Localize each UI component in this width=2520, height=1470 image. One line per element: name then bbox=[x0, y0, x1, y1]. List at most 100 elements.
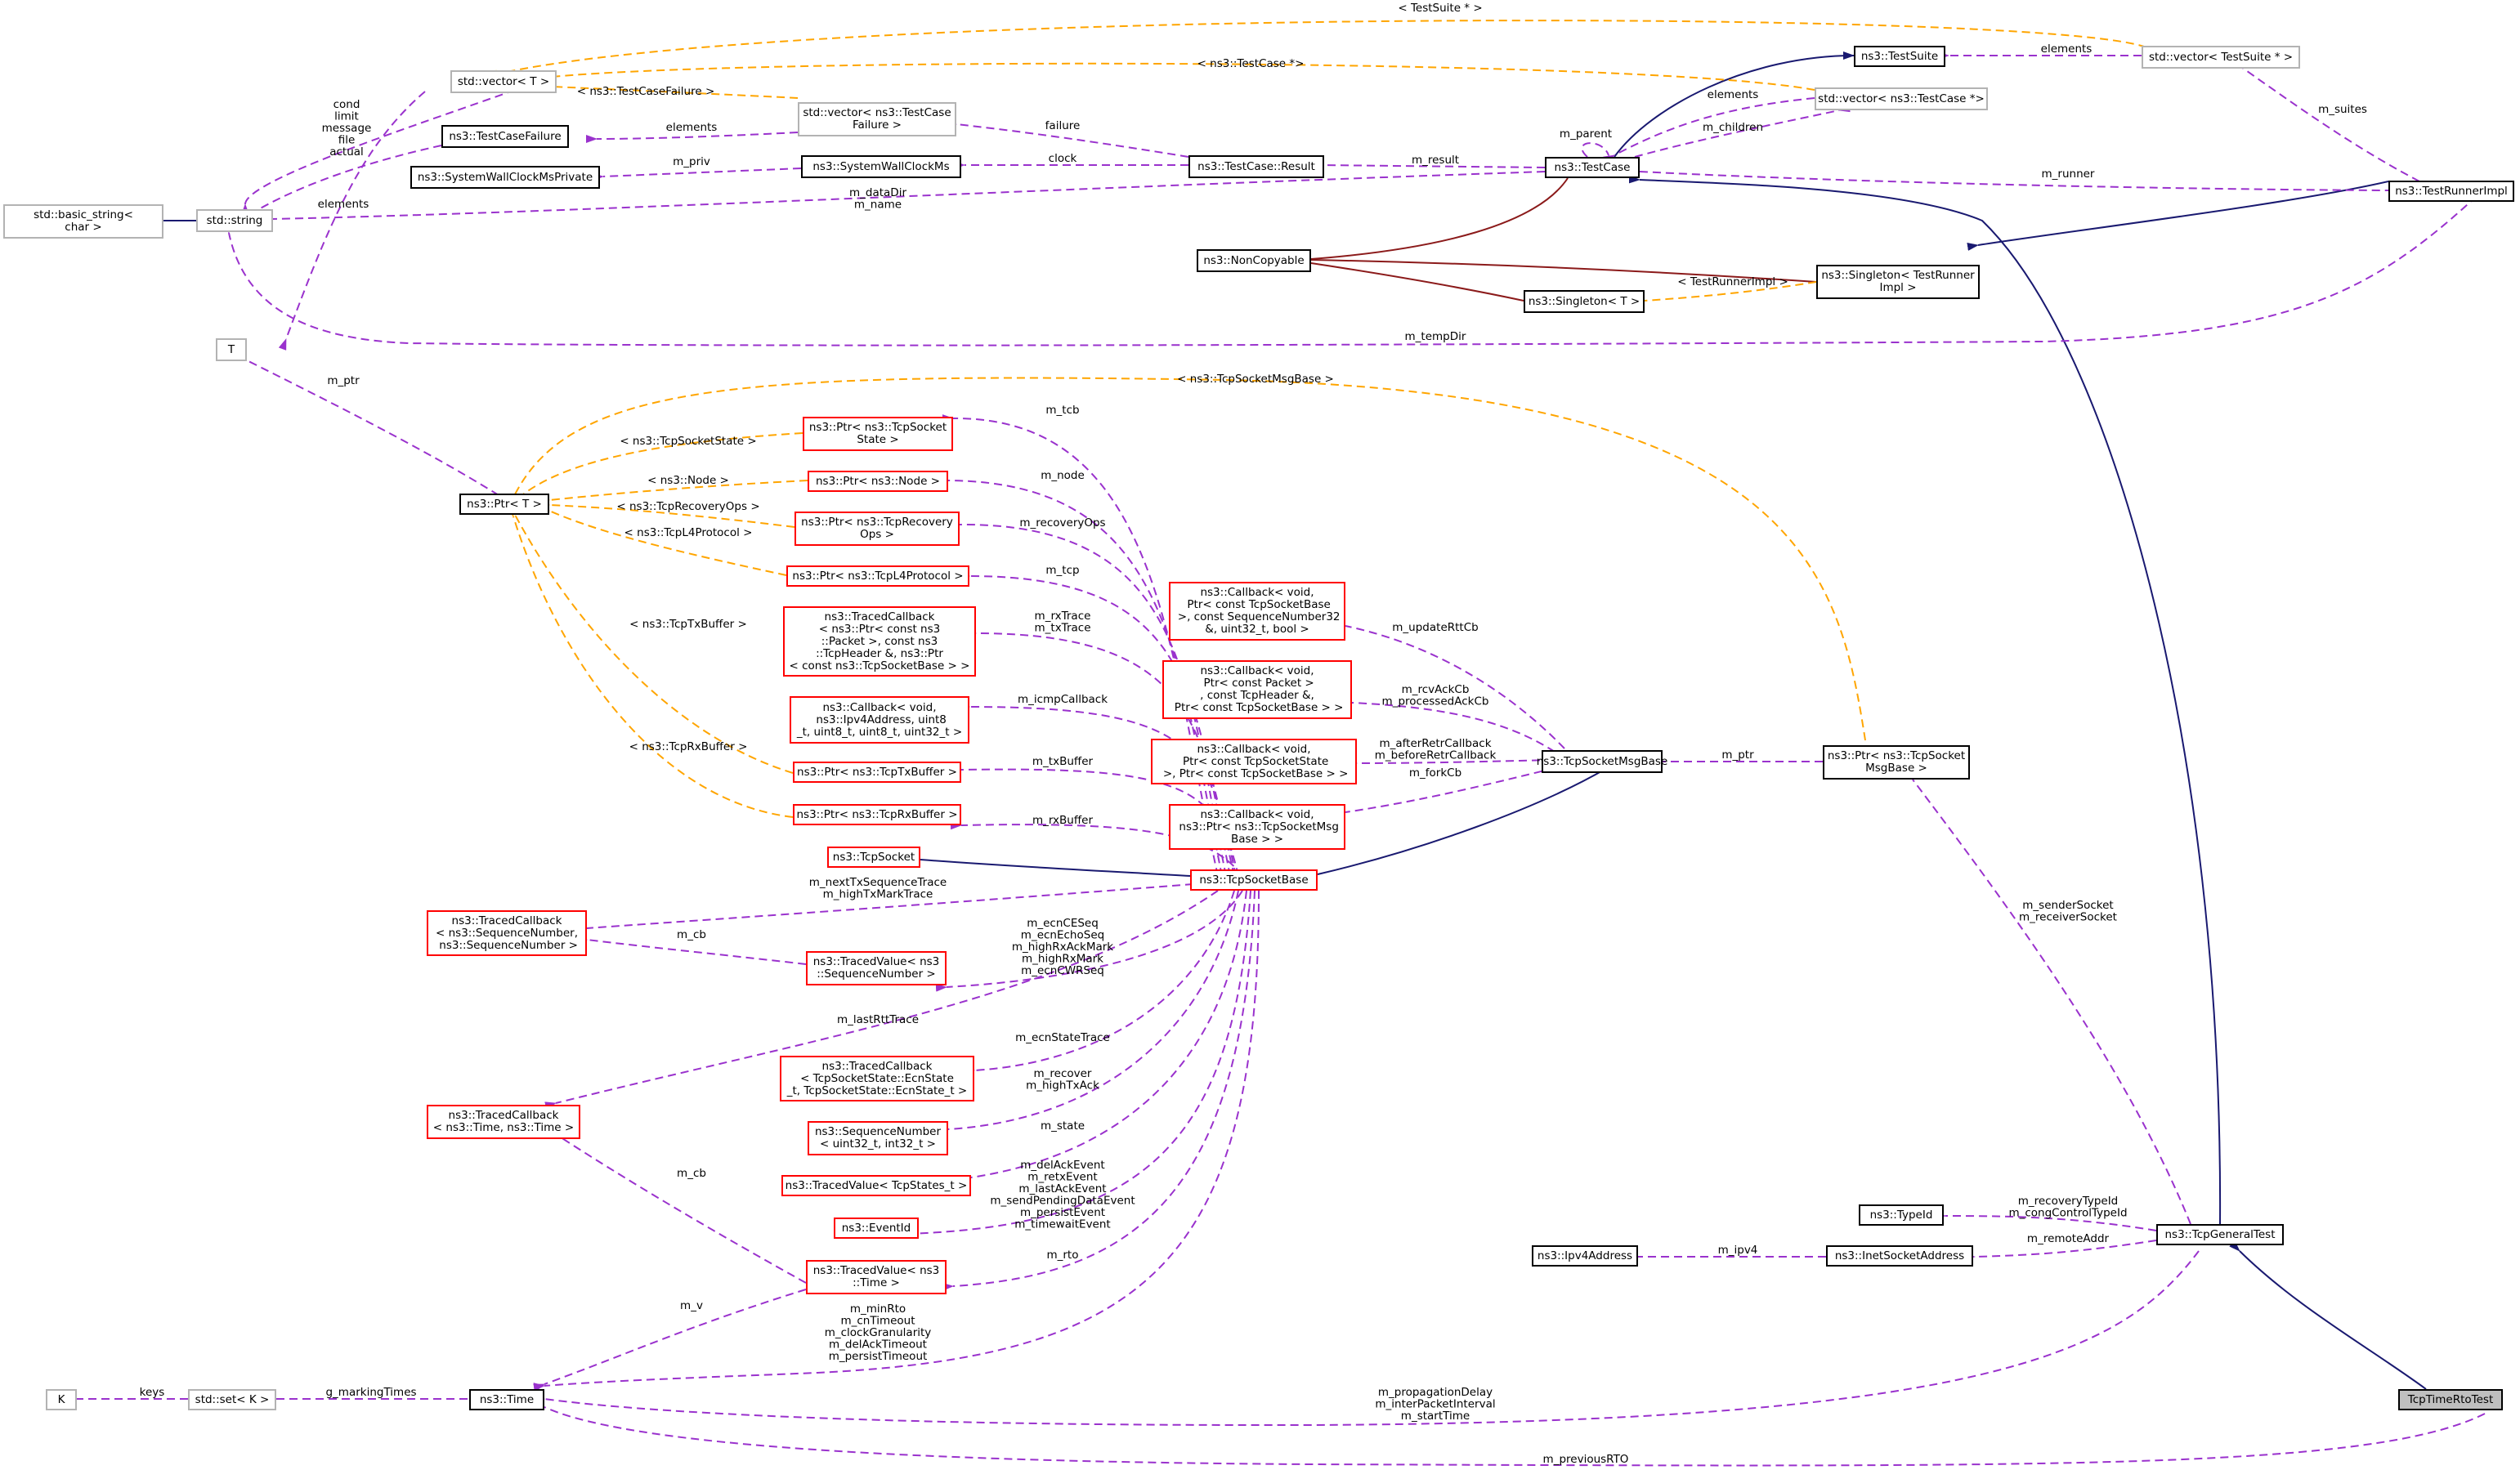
edge-label-cond: cond limit message file actual bbox=[322, 98, 372, 159]
node-tracedvalue-time[interactable]: ns3::TracedValue< ns3 ::Time > bbox=[806, 1260, 947, 1294]
node-singleton-T[interactable]: ns3::Singleton< T > bbox=[1524, 290, 1645, 313]
edge-label-remote: m_remoteAddr bbox=[2027, 1232, 2110, 1245]
edge-label-tss-tpl: < ns3::TcpSocketState > bbox=[620, 435, 756, 448]
edge-label-suites: m_suites bbox=[2318, 103, 2367, 116]
edge-label-rxbuffer: m_rxBuffer bbox=[1032, 814, 1094, 827]
edge-label-rto: m_rto bbox=[1046, 1249, 1078, 1262]
node-eventid[interactable]: ns3::EventId bbox=[834, 1218, 919, 1239]
edge-rtotest-generaltest bbox=[2229, 1240, 2427, 1390]
node-std-vector-testcasefailure[interactable]: std::vector< ns3::TestCase Failure > bbox=[798, 102, 956, 136]
node-systemwallclockms-private[interactable]: ns3::SystemWallClockMsPrivate bbox=[410, 166, 600, 189]
edge-label-node-tpl: < ns3::Node > bbox=[647, 474, 729, 487]
edge-suites bbox=[2230, 57, 2420, 182]
node-tcpsocketbase[interactable]: ns3::TcpSocketBase bbox=[1190, 869, 1318, 891]
node-callback-afterretr[interactable]: ns3::Callback< void, Ptr< const TcpSocke… bbox=[1151, 739, 1357, 784]
node-std-basic-string[interactable]: std::basic_string< char > bbox=[3, 204, 163, 239]
node-T[interactable]: T bbox=[216, 338, 247, 361]
node-tracedcallback-ecn[interactable]: ns3::TracedCallback < TcpSocketState::Ec… bbox=[780, 1056, 974, 1101]
node-std-vector-T[interactable]: std::vector< T > bbox=[450, 70, 557, 93]
edge-label-parent: m_parent bbox=[1560, 127, 1612, 141]
node-ptr-T[interactable]: ns3::Ptr< T > bbox=[459, 494, 549, 515]
edge-msgbase-socketbase bbox=[1306, 767, 1608, 881]
edge-label-forkcb: m_forkCb bbox=[1409, 766, 1461, 780]
node-std-vector-testsuite[interactable]: std::vector< TestSuite * > bbox=[2142, 46, 2300, 69]
node-tracedvalue-seq[interactable]: ns3::TracedValue< ns3 ::SequenceNumber > bbox=[806, 951, 947, 985]
node-ptr-tcprxbuffer[interactable]: ns3::Ptr< ns3::TcpRxBuffer > bbox=[793, 804, 961, 825]
node-callback-updatertt[interactable]: ns3::Callback< void, Ptr< const TcpSocke… bbox=[1169, 582, 1345, 641]
node-singleton-testrunnerimpl[interactable]: ns3::Singleton< TestRunner Impl > bbox=[1816, 265, 1980, 299]
edge-label-tr-tpl: < TestRunnerImpl > bbox=[1677, 275, 1788, 288]
edge-label-recoveryops: m_recoveryOps bbox=[1019, 516, 1105, 529]
edge-label-tcfailure-tpl: < ns3::TestCaseFailure > bbox=[577, 85, 715, 98]
node-noncopyable[interactable]: ns3::NonCopyable bbox=[1197, 249, 1311, 272]
node-std-string[interactable]: std::string bbox=[196, 209, 273, 232]
edge-label-l4-tpl: < ns3::TcpL4Protocol > bbox=[624, 526, 753, 539]
node-testcase-result[interactable]: ns3::TestCase::Result bbox=[1188, 155, 1324, 178]
node-callback-rcvack[interactable]: ns3::Callback< void, Ptr< const Packet >… bbox=[1162, 660, 1352, 719]
node-typeid[interactable]: ns3::TypeId bbox=[1859, 1204, 1944, 1226]
node-tracedvalue-tcpstates[interactable]: ns3::TracedValue< TcpStates_t > bbox=[781, 1175, 971, 1196]
node-time[interactable]: ns3::Time bbox=[469, 1389, 544, 1410]
node-K[interactable]: K bbox=[46, 1389, 77, 1410]
edge-label-tcp: m_tcp bbox=[1045, 564, 1079, 577]
edge-label-node: m_node bbox=[1041, 469, 1085, 482]
edge-label-previousrto: m_previousRTO bbox=[1543, 1453, 1629, 1466]
node-tcptimertotest[interactable]: TcpTimeRtoTest bbox=[2398, 1389, 2503, 1410]
edge-label-testsuite-tpl: < TestSuite * > bbox=[1398, 2, 1482, 15]
node-sequencenumber[interactable]: ns3::SequenceNumber < uint32_t, int32_t … bbox=[808, 1121, 948, 1155]
node-ptr-node[interactable]: ns3::Ptr< ns3::Node > bbox=[808, 471, 948, 492]
edge-label-clock: clock bbox=[1049, 152, 1077, 165]
node-tracedcallback-seq[interactable]: ns3::TracedCallback < ns3::SequenceNumbe… bbox=[427, 910, 587, 956]
node-testsuite[interactable]: ns3::TestSuite bbox=[1854, 46, 1945, 67]
edge-runner bbox=[1639, 171, 2400, 195]
edge-label-txbuf-tpl: < ns3::TcpTxBuffer > bbox=[629, 618, 747, 631]
edge-label-txbuffer: m_txBuffer bbox=[1032, 755, 1094, 768]
edge-ptr-T bbox=[234, 351, 499, 496]
node-std-vector-testcase[interactable]: std::vector< ns3::TestCase *> bbox=[1815, 87, 1988, 110]
edge-ptr-l4-tpl bbox=[538, 503, 787, 576]
edge-cb1 bbox=[575, 934, 807, 965]
node-testcase[interactable]: ns3::TestCase bbox=[1545, 157, 1640, 178]
edge-label-marking: g_markingTimes bbox=[325, 1386, 416, 1399]
node-ptr-tcprecoveryops[interactable]: ns3::Ptr< ns3::TcpRecovery Ops > bbox=[794, 512, 960, 546]
node-tracedcallback-time[interactable]: ns3::TracedCallback < ns3::Time, ns3::Ti… bbox=[427, 1105, 580, 1139]
diagram-edges: < TestSuite * >< ns3::TestCase *>< ns3::… bbox=[65, 2, 2486, 1467]
node-ptr-tcptxbuffer[interactable]: ns3::Ptr< ns3::TcpTxBuffer > bbox=[793, 762, 961, 783]
edge-label-nexttx: m_nextTxSequenceTrace m_highTxMarkTrace bbox=[809, 876, 947, 901]
edge-label-result: m_result bbox=[1412, 154, 1459, 167]
edge-label-elements-tc: elements bbox=[1708, 88, 1759, 101]
edge-label-elements-tcf: elements bbox=[666, 121, 718, 134]
edge-label-afterretr: m_afterRetrCallback m_beforeRetrCallback bbox=[1375, 737, 1497, 762]
edge-label-runner: m_runner bbox=[2042, 168, 2095, 181]
node-tracedcallback-packet[interactable]: ns3::TracedCallback < ns3::Ptr< const ns… bbox=[783, 606, 976, 677]
node-tcpgeneraltest[interactable]: ns3::TcpGeneralTest bbox=[2156, 1224, 2284, 1245]
edge-singleton-T-noncopyable bbox=[1300, 257, 1524, 302]
edge-label-recover: m_recover m_highTxAck bbox=[1026, 1067, 1099, 1092]
edge-label-lastrtt: m_lastRttTrace bbox=[837, 1013, 919, 1026]
edge-label-priv: m_priv bbox=[673, 155, 710, 168]
node-tcpsocket[interactable]: ns3::TcpSocket bbox=[827, 847, 920, 868]
node-ipv4address[interactable]: ns3::Ipv4Address bbox=[1532, 1245, 1638, 1267]
edge-label-elements-str: elements bbox=[318, 198, 369, 211]
edge-label-datadir: m_dataDir m_name bbox=[849, 186, 906, 212]
edge-label-ptr: m_ptr bbox=[327, 374, 360, 387]
node-tcpsocketmsgbase[interactable]: ns3::TcpSocketMsgBase bbox=[1537, 750, 1667, 773]
edge-label-children: m_children bbox=[1703, 121, 1763, 134]
edge-label-propagation: m_propagationDelay m_interPacketInterval m… bbox=[1375, 1386, 1495, 1423]
node-callback-icmp[interactable]: ns3::Callback< void, ns3::Ipv4Address, u… bbox=[790, 696, 969, 744]
edge-label-cb2: m_cb bbox=[677, 1167, 706, 1180]
edge-label-ecnce: m_ecnCESeq m_ecnEchoSeq m_highRxAckMark m_h… bbox=[1012, 917, 1113, 977]
node-inetsocketaddress[interactable]: ns3::InetSocketAddress bbox=[1826, 1245, 1973, 1267]
edge-label-ecnstate: m_ecnStateTrace bbox=[1015, 1031, 1110, 1044]
edge-label-mptr: m_ptr bbox=[1721, 748, 1754, 762]
node-testcasefailure[interactable]: ns3::TestCaseFailure bbox=[441, 125, 569, 148]
node-ptr-tcpsocketstate[interactable]: ns3::Ptr< ns3::TcpSocket State > bbox=[803, 417, 953, 451]
edge-priv bbox=[592, 168, 802, 181]
node-ptr-tcpsocketmsgbase[interactable]: ns3::Ptr< ns3::TcpSocket MsgBase > bbox=[1823, 745, 1970, 780]
node-std-set-K[interactable]: std::set< K > bbox=[188, 1389, 276, 1410]
node-callback-fork[interactable]: ns3::Callback< void, ns3::Ptr< ns3::TcpS… bbox=[1169, 804, 1345, 850]
node-systemwallclockms[interactable]: ns3::SystemWallClockMs bbox=[801, 155, 961, 178]
node-testrunnerimpl[interactable]: ns3::TestRunnerImpl bbox=[2388, 181, 2514, 202]
node-ptr-tcpl4protocol[interactable]: ns3::Ptr< ns3::TcpL4Protocol > bbox=[786, 565, 969, 587]
edge-label-failure: failure bbox=[1045, 119, 1081, 132]
